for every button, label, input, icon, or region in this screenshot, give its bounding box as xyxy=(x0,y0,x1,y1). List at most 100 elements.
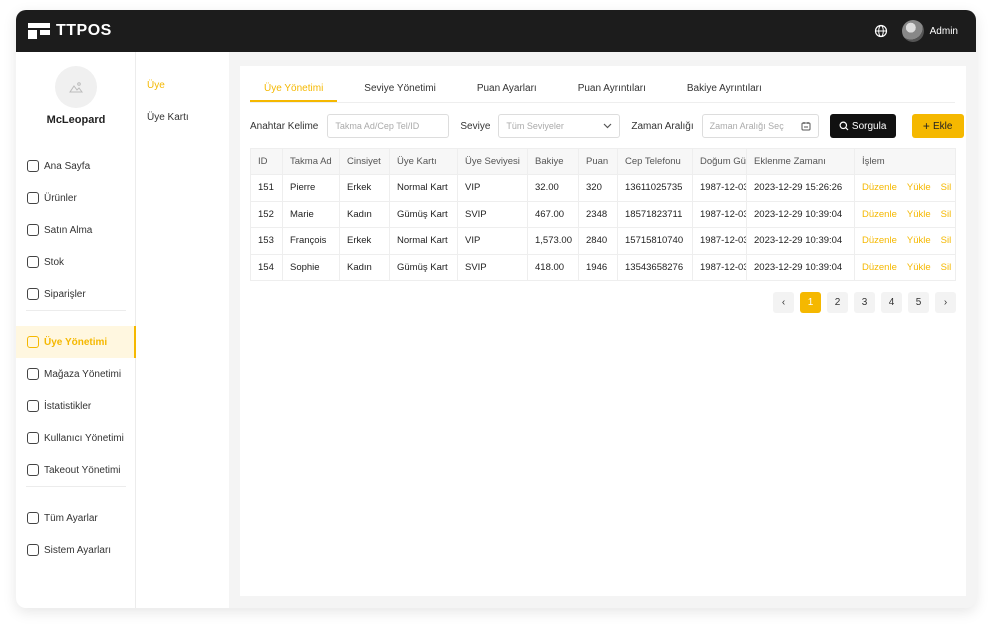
table-cell: 154 xyxy=(250,253,283,281)
sidebar-item-stock[interactable]: Stok xyxy=(16,246,136,278)
table-cell: 1987-12-03 xyxy=(692,227,747,254)
table-cell: 2023-12-29 15:26:26 xyxy=(746,174,855,201)
table-cell: 1987-12-03 xyxy=(692,253,747,281)
time-range-input[interactable]: Zaman Aralığı Seç xyxy=(701,114,819,138)
table-cell: Pierre xyxy=(282,174,340,201)
table-cell: 1987-12-03 xyxy=(692,174,747,201)
table-cell: 2023-12-29 10:39:04 xyxy=(746,227,855,254)
table-cell: 2023-12-29 10:39:04 xyxy=(746,200,855,228)
sidebar-item-label: Takeout Yönetimi xyxy=(44,464,121,476)
table-cell: 152 xyxy=(250,200,283,228)
delete-link[interactable]: Sil xyxy=(941,209,952,220)
sidebar-item-orders[interactable]: Siparişler xyxy=(16,278,136,310)
pagination: ‹ 1 2 3 4 5 › xyxy=(767,292,956,313)
upload-link[interactable]: Yükle xyxy=(907,209,931,220)
query-button[interactable]: Sorgula xyxy=(829,114,896,138)
tab-seviye-yonetimi[interactable]: Seviye Yönetimi xyxy=(364,80,450,102)
keyword-input[interactable]: Takma Ad/Cep Tel/ID xyxy=(327,114,450,138)
sidebar-item-store[interactable]: Mağaza Yönetimi xyxy=(16,358,136,390)
upload-link[interactable]: Yükle xyxy=(907,182,931,193)
table-cell: Normal Kart xyxy=(389,227,458,254)
stock-icon xyxy=(27,256,39,268)
delete-link[interactable]: Sil xyxy=(941,262,952,273)
table-cell: Normal Kart xyxy=(389,174,458,201)
logo-icon xyxy=(28,23,50,39)
edit-link[interactable]: Düzenle xyxy=(862,235,897,246)
admin-name[interactable]: Admin xyxy=(930,26,958,37)
stats-icon xyxy=(27,400,39,412)
user-avatar[interactable] xyxy=(55,66,97,108)
page-button-4[interactable]: 4 xyxy=(881,292,902,313)
column-header: Puan xyxy=(578,148,618,175)
add-button[interactable]: + Ekle xyxy=(911,114,964,138)
table-cell: 2840 xyxy=(578,227,618,254)
page-button-1[interactable]: 1 xyxy=(800,292,821,313)
page-button-2[interactable]: 2 xyxy=(827,292,848,313)
table-cell: 18571823711 xyxy=(617,200,693,228)
keyword-label: Anahtar Kelime xyxy=(250,120,319,132)
sidebar-item-settings-grid[interactable]: Tüm Ayarlar xyxy=(16,502,136,534)
members-table: ID Takma Ad Cinsiyet Üye Kartı Üye Seviyesi B… xyxy=(250,148,956,281)
sidebar-item-home[interactable]: Ana Sayfa xyxy=(16,150,136,182)
table-cell: François xyxy=(282,227,340,254)
sidebar-item-label: Kullanıcı Yönetimi xyxy=(44,432,124,444)
table-cell: 32.00 xyxy=(527,174,579,201)
sidebar-item-label: Üye Yönetimi xyxy=(44,336,108,348)
table-cell: 15715810740 xyxy=(617,227,693,254)
row-actions: Düzenle Yükle Sil xyxy=(854,227,956,254)
sidebar-item-box[interactable]: Ürünler xyxy=(16,182,136,214)
main-sidebar: McLeopard Ana Sayfa Ürünler Satın Alma Stok… xyxy=(16,52,136,608)
plus-icon: + xyxy=(922,119,930,133)
table-cell: Sophie xyxy=(282,253,340,281)
sidebar-item-stats[interactable]: İstatistikler xyxy=(16,390,136,422)
main-content: Üye Yönetimi Seviye Yönetimi Puan Ayarla… xyxy=(240,66,966,596)
takeout-icon xyxy=(27,464,39,476)
column-header: Üye Seviyesi xyxy=(457,148,528,175)
table-cell: Erkek xyxy=(339,174,390,201)
tab-puan-ayrintilari[interactable]: Puan Ayrıntıları xyxy=(578,80,660,102)
delete-link[interactable]: Sil xyxy=(941,235,952,246)
search-icon xyxy=(839,121,849,131)
sidebar-divider xyxy=(26,486,126,487)
tab-puan-ayarlari[interactable]: Puan Ayarları xyxy=(477,80,551,102)
user-name: McLeopard xyxy=(46,114,106,126)
edit-link[interactable]: Düzenle xyxy=(862,262,897,273)
delete-link[interactable]: Sil xyxy=(941,182,952,193)
edit-link[interactable]: Düzenle xyxy=(862,209,897,220)
prev-page-button[interactable]: ‹ xyxy=(773,292,794,313)
tab-uye-yonetimi[interactable]: Üye Yönetimi xyxy=(250,80,338,102)
sidebar-item-takeout[interactable]: Takeout Yönetimi xyxy=(16,454,136,486)
upload-link[interactable]: Yükle xyxy=(907,235,931,246)
top-bar: TTPOS Admin xyxy=(16,10,976,52)
page-button-3[interactable]: 3 xyxy=(854,292,875,313)
table-cell: 1987-12-03 xyxy=(692,200,747,228)
sidebar-item-gear[interactable]: Sistem Ayarları xyxy=(16,534,136,566)
sidebar-item-label: Satın Alma xyxy=(44,224,93,236)
sidebar-item-label: Stok xyxy=(44,256,65,268)
sidebar-item-cart[interactable]: Satın Alma xyxy=(16,214,136,246)
sidebar-item-users[interactable]: Kullanıcı Yönetimi xyxy=(16,422,136,454)
table-cell: 1946 xyxy=(578,253,618,281)
table-cell: 1,573.00 xyxy=(527,227,579,254)
time-label: Zaman Aralığı xyxy=(631,120,694,132)
column-header: Doğum Günü xyxy=(692,148,747,175)
globe-icon[interactable] xyxy=(874,24,888,38)
add-button-label: Ekle xyxy=(932,120,953,132)
upload-link[interactable]: Yükle xyxy=(907,262,931,273)
page-button-5[interactable]: 5 xyxy=(908,292,929,313)
admin-avatar[interactable] xyxy=(901,20,924,42)
table-cell: Erkek xyxy=(339,227,390,254)
sidebar-item-label: Ürünler xyxy=(44,192,77,204)
table-cell: 418.00 xyxy=(527,253,579,281)
table-cell: Gümüş Kart xyxy=(389,200,458,228)
next-page-button[interactable]: › xyxy=(935,292,956,313)
tab-bakiye-ayrintilari[interactable]: Bakiye Ayrıntıları xyxy=(687,80,776,102)
subnav-item-uye[interactable]: Üye xyxy=(147,80,165,91)
level-select[interactable]: Tüm Seviyeler xyxy=(498,114,621,138)
subnav-item-uye-karti[interactable]: Üye Kartı xyxy=(147,112,189,123)
row-actions: Düzenle Yükle Sil xyxy=(854,253,956,281)
table-cell: Kadın xyxy=(339,253,390,281)
edit-link[interactable]: Düzenle xyxy=(862,182,897,193)
table-row: 154 Sophie Kadın Gümüş Kart SVIP 418.00 1946 13… xyxy=(250,253,956,281)
sidebar-item-member[interactable]: Üye Yönetimi xyxy=(16,326,136,358)
